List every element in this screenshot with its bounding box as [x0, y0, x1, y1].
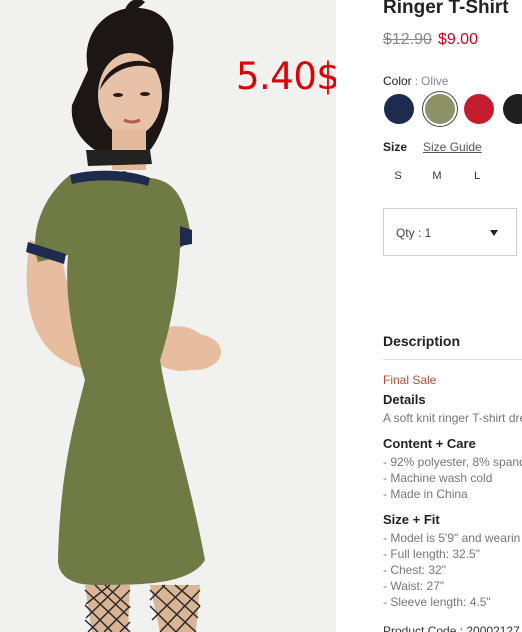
fit-line: - Sleeve length: 4.5"	[383, 595, 491, 609]
content-care-heading: Content + Care	[383, 436, 476, 451]
price-row: $12.90 $9.00	[383, 31, 478, 49]
quantity-value: Qty : 1	[396, 226, 432, 240]
product-code: Product Code : 20002127	[383, 624, 520, 632]
quantity-select[interactable]: Qty : 1	[383, 208, 517, 256]
details-heading: Details	[383, 392, 426, 407]
size-option-l[interactable]: L	[462, 170, 492, 182]
content-line: - Made in China	[383, 487, 468, 501]
fit-line: - Model is 5'9" and wearin	[383, 531, 521, 545]
swatch-olive[interactable]	[425, 94, 455, 124]
selected-color: Olive	[421, 74, 449, 88]
details-text: A soft knit ringer T-shirt dre	[383, 411, 522, 425]
promo-price-overlay: 5.40$	[236, 55, 336, 98]
color-row: Color: Olive	[383, 74, 448, 88]
size-option-s[interactable]: S	[383, 170, 413, 182]
color-label: Color	[383, 74, 412, 88]
swatch-black[interactable]	[503, 94, 522, 124]
original-price: $12.90	[383, 31, 432, 48]
sale-price: $9.00	[437, 31, 478, 48]
fit-line: - Full length: 32.5"	[383, 547, 480, 561]
swatch-navy[interactable]	[384, 94, 414, 124]
description-heading: Description	[383, 333, 522, 360]
product-details: Ringer T-Shirt $12.90 $9.00 Color: Olive S…	[383, 0, 522, 632]
color-separator: :	[414, 74, 419, 88]
size-guide-link[interactable]: Size Guide	[423, 140, 482, 154]
content-line: - 92% polyester, 8% spand	[383, 455, 522, 469]
chevron-down-icon	[490, 230, 498, 236]
final-sale-label: Final Sale	[383, 373, 437, 387]
size-fit-heading: Size + Fit	[383, 512, 440, 527]
fit-line: - Chest: 32"	[383, 563, 446, 577]
size-row: Size Size Guide	[383, 140, 482, 154]
product-title: Ringer T-Shirt	[383, 0, 509, 18]
product-photo: 5.40$	[0, 0, 336, 632]
content-line: - Machine wash cold	[383, 471, 493, 485]
swatch-red[interactable]	[464, 94, 494, 124]
size-label: Size	[383, 140, 408, 154]
fit-line: - Waist: 27"	[383, 579, 445, 593]
size-option-m[interactable]: M	[422, 170, 452, 182]
